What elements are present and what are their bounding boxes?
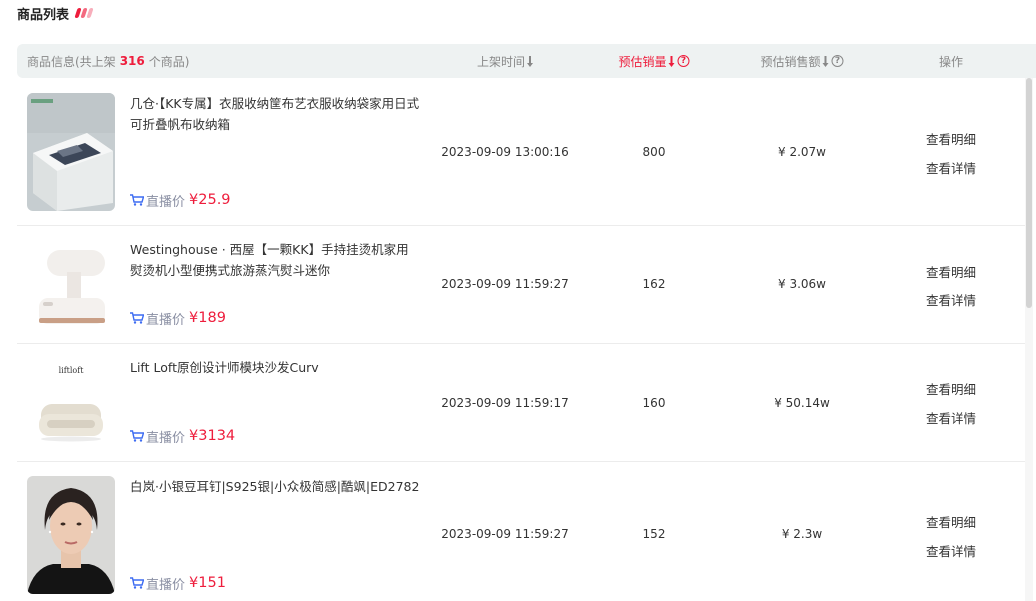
header-listed-time-label: 上架时间 (476, 54, 526, 69)
table-row: 几仓·【KK专属】衣服收纳筐布艺衣服收纳袋家用日式可折叠帆布收纳箱 直播价 ¥2… (17, 78, 1025, 226)
view-breakdown-button[interactable]: 查看明细 (926, 262, 976, 281)
view-breakdown-button[interactable]: 查看明细 (926, 379, 976, 398)
est-sales: 800 (642, 145, 666, 159)
cart-icon (130, 430, 144, 442)
est-sales: 152 (642, 527, 666, 541)
brand-logo-text: liftloft (59, 366, 85, 375)
price-label: 直播价 (146, 430, 186, 446)
sort-desc-icon[interactable] (822, 55, 829, 67)
header-est-sales-label: 预估销量 (618, 54, 667, 69)
product-name[interactable]: Lift Loft原创设计师模块沙发Curv (130, 357, 420, 378)
price-line: 直播价 ¥3134 (130, 427, 236, 446)
product-name[interactable]: 几仓·【KK专属】衣服收纳筐布艺衣服收纳袋家用日式可折叠帆布收纳箱 (130, 93, 420, 135)
price-line: 直播价 ¥151 (130, 574, 226, 593)
garment-steamer-thumbnail[interactable] (27, 228, 115, 340)
question-circle-icon[interactable]: ? (677, 55, 690, 67)
header-listed-time[interactable]: 上架时间 (476, 44, 534, 78)
product-count: 316 (119, 54, 145, 68)
header-est-sales[interactable]: 预估销量 ? (618, 44, 690, 78)
product-table-body: 几仓·【KK专属】衣服收纳筐布艺衣服收纳袋家用日式可折叠帆布收纳箱 直播价 ¥2… (17, 78, 1025, 601)
vertical-scrollbar[interactable] (1025, 78, 1033, 601)
table-row: liftloft Lift Loft原创设计师模块沙发Curv 直播价 ¥313… (17, 344, 1025, 462)
price-value: ¥151 (189, 575, 226, 591)
cart-icon (130, 577, 144, 589)
view-details-button[interactable]: 查看详情 (926, 290, 976, 309)
price-label: 直播价 (146, 194, 186, 210)
header-product-info: 商品信息(共上架 316 个商品) (27, 44, 189, 78)
price-line: 直播价 ¥189 (130, 309, 226, 328)
price-value: ¥25.9 (189, 192, 231, 208)
price-label: 直播价 (146, 577, 186, 593)
product-name[interactable]: Westinghouse · 西屋【一颗KK】手持挂烫机家用熨烫机小型便携式旅游… (130, 239, 420, 281)
est-sales: 160 (642, 396, 666, 410)
table-row: 白岚·小银豆耳钉|S925银|小众极简感|酷飒|ED2782 直播价 ¥151 … (17, 462, 1025, 601)
view-breakdown-button[interactable]: 查看明细 (926, 512, 976, 531)
est-revenue: ¥ 2.07w (778, 145, 826, 159)
sofa-thumbnail[interactable]: liftloft (27, 346, 115, 458)
view-details-button[interactable]: 查看详情 (926, 408, 976, 427)
model-portrait-thumbnail[interactable] (27, 476, 115, 594)
table-row: Westinghouse · 西屋【一颗KK】手持挂烫机家用熨烫机小型便携式旅游… (17, 226, 1025, 344)
listed-time: 2023-09-09 11:59:17 (441, 396, 569, 410)
sort-desc-icon[interactable] (668, 55, 675, 67)
est-revenue: ¥ 50.14w (774, 396, 830, 410)
price-label: 直播价 (146, 312, 186, 328)
page-title-row: 商品列表 (17, 3, 94, 23)
page-title: 商品列表 (17, 7, 70, 23)
listed-time: 2023-09-09 11:59:27 (441, 527, 569, 541)
view-details-button[interactable]: 查看详情 (926, 158, 976, 177)
listed-time: 2023-09-09 13:00:16 (441, 145, 569, 159)
cart-icon (130, 312, 144, 324)
table-header: 商品信息(共上架 316 个商品) 上架时间 预估销量 ? 预估销售额 ? 操作 (17, 44, 1036, 78)
price-line: 直播价 ¥25.9 (130, 191, 231, 210)
est-revenue: ¥ 3.06w (778, 277, 826, 291)
title-decoration-icon (74, 8, 94, 18)
header-operation-label: 操作 (938, 54, 964, 69)
header-operation: 操作 (939, 44, 963, 78)
sort-desc-icon[interactable] (527, 55, 534, 67)
view-details-button[interactable]: 查看详情 (926, 541, 976, 560)
question-circle-icon[interactable]: ? (831, 55, 844, 67)
cart-icon (130, 194, 144, 206)
header-est-revenue-label: 预估销售额 (760, 54, 821, 69)
header-est-revenue[interactable]: 预估销售额 ? (760, 44, 844, 78)
header-info-suffix: 个商品) (148, 54, 190, 69)
est-revenue: ¥ 2.3w (781, 527, 823, 541)
deco-bar-3 (86, 8, 94, 18)
storage-box-thumbnail[interactable] (27, 93, 115, 211)
view-breakdown-button[interactable]: 查看明细 (926, 129, 976, 148)
price-value: ¥189 (189, 310, 226, 326)
product-name[interactable]: 白岚·小银豆耳钉|S925银|小众极简感|酷飒|ED2782 (130, 476, 420, 497)
price-value: ¥3134 (189, 428, 236, 444)
scrollbar-thumb[interactable] (1026, 78, 1032, 308)
est-sales: 162 (642, 277, 666, 291)
listed-time: 2023-09-09 11:59:27 (441, 277, 569, 291)
header-info-prefix: 商品信息(共上架 (27, 54, 116, 69)
